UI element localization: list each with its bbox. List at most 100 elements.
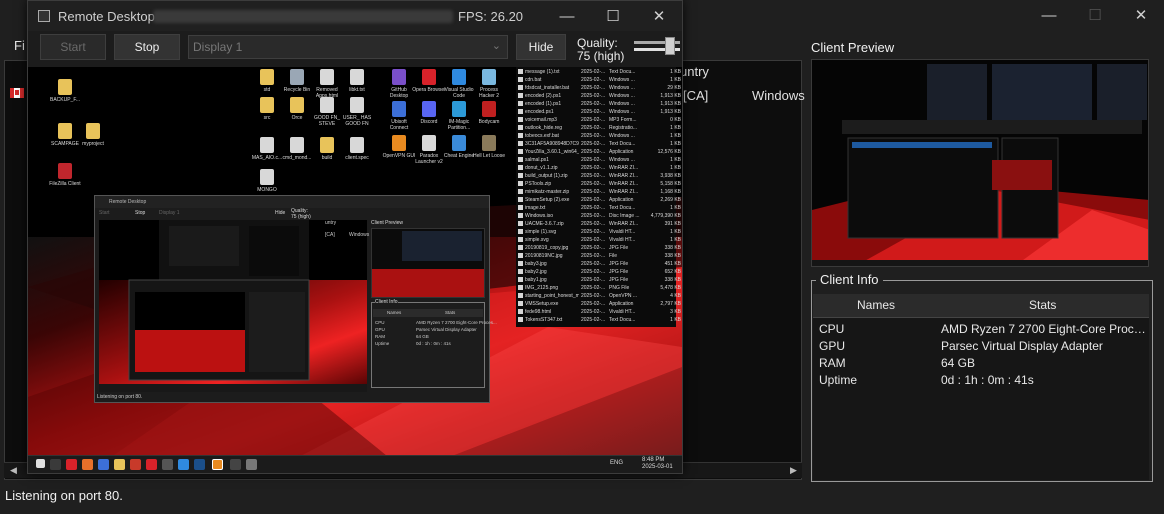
desktop-icon[interactable]	[290, 137, 304, 153]
app-taskbar-icon[interactable]	[130, 459, 141, 470]
vscode-taskbar-icon[interactable]	[178, 459, 189, 470]
table-row[interactable]: RAM 64 GB	[813, 354, 1149, 371]
list-item[interactable]: IMG_2125.png 2025-02-... PNG File 5,478 KB	[518, 285, 681, 293]
desktop-icon[interactable]	[320, 69, 334, 85]
desktop-icon[interactable]	[482, 135, 496, 151]
desktop-icon[interactable]	[86, 123, 100, 139]
list-item[interactable]: baby1.jpg 2025-02-... JPG File 338 KB	[518, 277, 681, 285]
list-item[interactable]: SteamSetup (2).exe 2025-02-... Application…	[518, 197, 681, 205]
desktop-icon[interactable]	[320, 97, 334, 113]
list-item[interactable]: YourZilla_3.60.1_win64_s...2025-02-...Ap…	[518, 149, 681, 157]
add-taskbar-icon[interactable]	[246, 459, 257, 470]
names-column-header[interactable]: Names	[857, 298, 895, 312]
desktop-icon[interactable]	[350, 97, 364, 113]
list-item[interactable]: fdsdcat_installer.bat 2025-02-... Windows …	[518, 85, 681, 93]
remote-file-list[interactable]: message (1).txt 2025-02-... Text Docu... 1 …	[516, 67, 681, 327]
list-item[interactable]: UACME-3.6.7.zip 2025-02-... WinRAR ZI... 39…	[518, 221, 681, 229]
list-item[interactable]: cdn.bat 2025-02-... Windows ... 1 KB	[518, 77, 681, 85]
desktop-icon[interactable]	[422, 69, 436, 85]
app-taskbar-icon[interactable]	[230, 459, 241, 470]
desktop-icon[interactable]	[422, 101, 436, 117]
hide-button[interactable]: Hide	[516, 34, 566, 60]
desktop-icon[interactable]	[58, 123, 72, 139]
terminal-taskbar-icon[interactable]	[162, 459, 173, 470]
opera-taskbar-icon[interactable]	[66, 459, 77, 470]
desktop-icon[interactable]	[422, 135, 436, 151]
list-item[interactable]: 20190819NC.jpg 2025-02-... File 338 KB	[518, 253, 681, 261]
desktop-icon[interactable]	[58, 163, 72, 179]
list-item[interactable]: build_output (1).zip 2025-02-... WinRAR ZI…	[518, 173, 681, 181]
list-item[interactable]: fede98.html 2025-02-... Vivaldi HT... 3 KB	[518, 309, 681, 317]
desktop-icon[interactable]	[452, 101, 466, 117]
remote-maximize-icon[interactable]: ☐	[590, 1, 636, 31]
list-item[interactable]: simple.svg 2025-02-... Vivaldi HT... 1 KB	[518, 237, 681, 245]
desktop-icon[interactable]	[260, 97, 274, 113]
active-taskbar-icon[interactable]	[212, 459, 223, 470]
list-item[interactable]: mimikatz-master.zip 2025-02-... WinRAR ZI.…	[518, 189, 681, 197]
list-item[interactable]: encoded.ps1 2025-02-... Windows ... 1,913 K…	[518, 109, 681, 117]
search-icon[interactable]	[50, 459, 61, 470]
desktop-icon[interactable]	[482, 101, 496, 117]
desktop-icon[interactable]	[290, 97, 304, 113]
stats-column-header[interactable]: Stats	[1029, 298, 1056, 312]
desktop-icon[interactable]	[260, 169, 274, 185]
desktop-icon[interactable]	[392, 135, 406, 151]
desktop-icon[interactable]	[482, 69, 496, 85]
app-taskbar-icon[interactable]	[146, 459, 157, 470]
steam-taskbar-icon[interactable]	[194, 459, 205, 470]
list-item[interactable]: image.txt 2025-02-... Text Docu... 1 KB	[518, 205, 681, 213]
desktop-icon[interactable]	[290, 69, 304, 85]
list-item[interactable]: starting_point_honest_m... 2025-02-... Ope…	[518, 293, 681, 301]
scroll-left-icon[interactable]: ◀	[10, 465, 17, 476]
desktop-icon[interactable]	[350, 137, 364, 153]
list-item[interactable]: baby3.jpg 2025-02-... JPG File 451 KB	[518, 261, 681, 269]
desktop-icon[interactable]	[58, 79, 72, 95]
browser-taskbar-icon[interactable]	[98, 459, 109, 470]
remote-minimize-icon[interactable]: —	[544, 1, 590, 31]
remote-taskbar[interactable]: ENG 8:48 PM 2025-03-01	[28, 455, 682, 473]
remote-screen-view[interactable]: BACKUP_F... SCAMPAGE myproject FileZilla Cl…	[28, 67, 682, 473]
desktop-icon[interactable]	[452, 135, 466, 151]
desktop-icon[interactable]	[392, 69, 406, 85]
list-item[interactable]: baby2.jpg 2025-02-... JPG File 652 KB	[518, 269, 681, 277]
remote-close-icon[interactable]: ✕	[636, 1, 682, 31]
list-item[interactable]: simple (1).svg 2025-02-... Vivaldi HT... 1 …	[518, 229, 681, 237]
list-item[interactable]: salmal.ps1 2025-02-... Windows ... 1 KB	[518, 157, 681, 165]
main-close-icon[interactable]: ✕	[1118, 0, 1164, 30]
list-item[interactable]: 20190819_copy.jpg 2025-02-... JPG File 338 …	[518, 245, 681, 253]
start-menu-icon[interactable]	[36, 459, 45, 468]
country-column-header[interactable]: untry	[680, 64, 709, 79]
desktop-icon[interactable]	[320, 137, 334, 153]
desktop-icon[interactable]	[392, 101, 406, 117]
list-item[interactable]: message (1).txt 2025-02-... Text Docu... 1 …	[518, 69, 681, 77]
desktop-icon[interactable]	[350, 69, 364, 85]
list-item[interactable]: PSTools.zip 2025-02-... WinRAR ZI... 5,158 …	[518, 181, 681, 189]
table-row[interactable]: Uptime 0d : 1h : 0m : 41s	[813, 371, 1149, 388]
main-maximize-icon[interactable]: ☐	[1072, 0, 1118, 30]
list-item[interactable]: VMSSetup.exe 2025-02-... Application 2,797 …	[518, 301, 681, 309]
list-item[interactable]: TokensST347.txt 2025-02-... Text Docu... 1 …	[518, 317, 681, 325]
start-button[interactable]: Start	[40, 34, 106, 60]
remote-titlebar[interactable]: Remote Desktop - FPS: 26.20 — ☐ ✕	[28, 1, 682, 31]
quality-slider-thumb[interactable]	[665, 37, 675, 55]
display-select[interactable]: Display 1 ⌄	[188, 35, 508, 59]
table-row[interactable]: CPU AMD Ryzen 7 2700 Eight-Core Processo…	[813, 320, 1149, 337]
desktop-icon[interactable]	[260, 137, 274, 153]
desktop-icon[interactable]	[452, 69, 466, 85]
firefox-taskbar-icon[interactable]	[82, 459, 93, 470]
taskbar-clock[interactable]: 8:48 PM 2025-03-01	[642, 457, 673, 471]
list-item[interactable]: encoded (1).ps1 2025-02-... Windows ... 1,9…	[518, 101, 681, 109]
explorer-taskbar-icon[interactable]	[114, 459, 125, 470]
desktop-icon[interactable]	[260, 69, 274, 85]
list-item[interactable]: 3C31AF5A908948D7C9... 2025-02-... Text Doc…	[518, 141, 681, 149]
main-minimize-icon[interactable]: —	[1026, 0, 1072, 30]
list-item[interactable]: Windows.iso 2025-02-... Disc Image ... 4,77…	[518, 213, 681, 221]
language-indicator[interactable]: ENG	[610, 460, 623, 466]
stop-button[interactable]: Stop	[114, 34, 180, 60]
list-item[interactable]: outlook_hide.reg 2025-02-... Registratio..…	[518, 125, 681, 133]
list-item[interactable]: encoded (2).ps1 2025-02-... Windows ... 1,9…	[518, 93, 681, 101]
main-menu-fragment[interactable]: Fi	[14, 38, 25, 53]
list-item[interactable]: donut_v1.1.zip 2025-02-... WinRAR ZI... 1 K…	[518, 165, 681, 173]
list-item[interactable]: tobeocs.exf.bat 2025-02-... Windows ... 1 K…	[518, 133, 681, 141]
table-row[interactable]: GPU Parsec Virtual Display Adapter	[813, 337, 1149, 354]
